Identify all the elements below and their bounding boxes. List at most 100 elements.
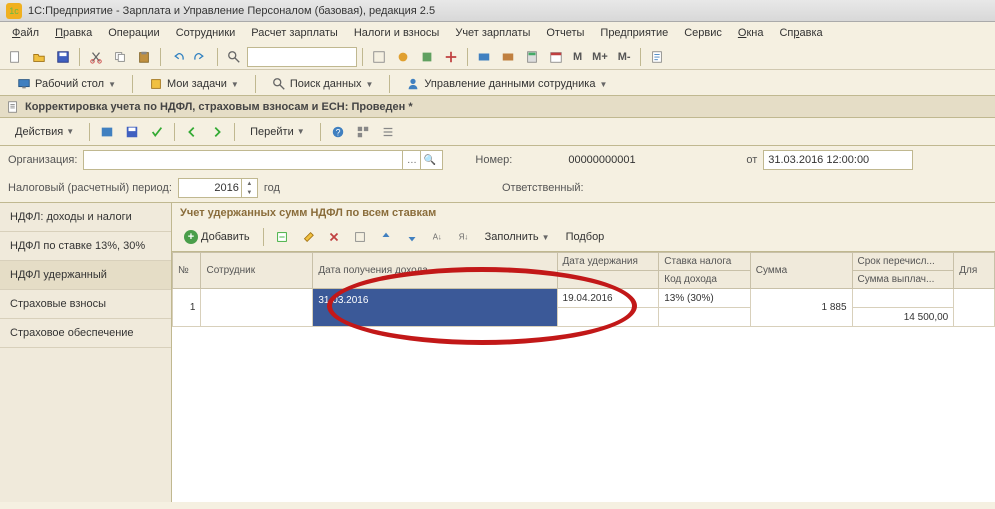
menu-service[interactable]: Сервис [678, 25, 728, 41]
main-panel: Учет удержанных сумм НДФЛ по всем ставка… [172, 203, 995, 502]
search-icon[interactable] [223, 46, 245, 68]
cell-for[interactable] [954, 289, 995, 327]
goto-button[interactable]: Перейти ▼ [241, 122, 314, 142]
calendar-icon[interactable] [545, 46, 567, 68]
col-transfer[interactable]: Срок перечисл... [852, 253, 954, 271]
col-employee[interactable]: Сотрудник [201, 253, 313, 289]
cut-icon[interactable] [85, 46, 107, 68]
cell-transfer[interactable] [852, 289, 954, 308]
cell-employee[interactable] [201, 289, 313, 327]
data-grid[interactable]: № Сотрудник Дата получения дохода Дата у… [172, 252, 995, 502]
date-input[interactable]: 31.03.2016 12:00:00 [763, 150, 913, 170]
tool-d-icon[interactable] [440, 46, 462, 68]
sidebar-item-insurance-coverage[interactable]: Страховое обеспечение [0, 319, 171, 348]
cell-sum[interactable]: 1 885 [750, 289, 852, 327]
move-up-icon[interactable] [375, 226, 397, 248]
fill-button[interactable]: Заполнить ▼ [479, 228, 556, 246]
edit-row-icon[interactable] [271, 226, 293, 248]
tool-c-icon[interactable] [416, 46, 438, 68]
redo-icon[interactable] [190, 46, 212, 68]
col-rate[interactable]: Ставка налога [659, 253, 751, 271]
ellipsis-icon[interactable]: … [402, 151, 420, 169]
tool-f-icon[interactable] [497, 46, 519, 68]
copy-icon[interactable] [109, 46, 131, 68]
sort-desc-icon[interactable]: Я↓ [453, 226, 475, 248]
col-income-code2[interactable]: Код дохода [659, 271, 751, 289]
menu-operations[interactable]: Операции [102, 25, 165, 41]
table-row[interactable]: 1 31.03.2016 19.04.2016 13% (30%) 1 885 [173, 289, 995, 308]
col-sum[interactable]: Сумма [750, 253, 852, 289]
ok-icon[interactable] [146, 121, 168, 143]
list-icon[interactable] [377, 121, 399, 143]
menu-windows[interactable]: Окна [732, 25, 770, 41]
copy-row-icon[interactable] [297, 226, 319, 248]
sort-asc-icon[interactable]: A↓ [427, 226, 449, 248]
save-icon[interactable] [121, 121, 143, 143]
cell-blank[interactable] [557, 308, 659, 327]
calc-icon[interactable] [521, 46, 543, 68]
tab-empdata[interactable]: Управление данными сотрудника ▼ [395, 73, 618, 94]
tab-search[interactable]: Поиск данных ▼ [261, 73, 385, 94]
chevron-down-icon: ▼ [66, 127, 74, 136]
cell-paid[interactable]: 14 500,00 [852, 308, 954, 327]
save-icon[interactable] [52, 46, 74, 68]
cell-income-code[interactable] [659, 308, 751, 327]
tab-desktop[interactable]: Рабочий стол ▼ [6, 73, 127, 94]
report-icon[interactable] [646, 46, 668, 68]
period-spinner[interactable]: 2016 ▲ ▼ [178, 178, 258, 198]
cell-withhold-date[interactable]: 19.04.2016 [557, 289, 659, 308]
col-for[interactable]: Для [954, 253, 995, 289]
menu-edit[interactable]: Правка [49, 25, 98, 41]
cell-num[interactable]: 1 [173, 289, 201, 327]
new-icon[interactable] [4, 46, 26, 68]
sidebar-item-ndfl-withheld[interactable]: НДФЛ удержанный [0, 261, 171, 290]
org-input[interactable]: … 🔍 [83, 150, 443, 170]
menu-accounting[interactable]: Учет зарплаты [449, 25, 536, 41]
col-income-date[interactable]: Дата получения дохода [313, 253, 557, 289]
nav-next-icon[interactable] [206, 121, 228, 143]
pick-button[interactable]: Подбор [560, 228, 611, 246]
sidebar-item-ndfl-rate[interactable]: НДФЛ по ставке 13%, 30% [0, 232, 171, 261]
cell-income-date[interactable]: 31.03.2016 [313, 289, 557, 327]
struct-icon[interactable] [352, 121, 374, 143]
actions-button[interactable]: Действия ▼ [6, 122, 83, 142]
sidebar-item-insurance-contrib[interactable]: Страховые взносы [0, 290, 171, 319]
delete-row-icon[interactable] [323, 226, 345, 248]
search-icon[interactable]: 🔍 [420, 151, 438, 169]
number-label: Номер: [475, 154, 512, 166]
menu-file[interactable]: Файл [6, 25, 45, 41]
props-icon[interactable] [349, 226, 371, 248]
goto-label: Перейти [250, 126, 294, 138]
number-value: 00000000001 [564, 150, 694, 170]
search-combo[interactable] [247, 47, 357, 67]
mem-mminus[interactable]: M- [614, 51, 635, 63]
menu-help[interactable]: Справка [773, 25, 828, 41]
mem-m[interactable]: M [569, 51, 586, 63]
tool-a-icon[interactable] [368, 46, 390, 68]
open-icon[interactable] [28, 46, 50, 68]
spinner-up-icon[interactable]: ▲ [242, 179, 257, 188]
undo-icon[interactable] [166, 46, 188, 68]
tab-tasks[interactable]: Мои задачи ▼ [138, 73, 250, 94]
cell-rate[interactable]: 13% (30%) [659, 289, 751, 308]
move-down-icon[interactable] [401, 226, 423, 248]
menu-reports[interactable]: Отчеты [540, 25, 590, 41]
mem-mplus[interactable]: M+ [588, 51, 612, 63]
tool-b-icon[interactable] [392, 46, 414, 68]
tool-e-icon[interactable] [473, 46, 495, 68]
paste-icon[interactable] [133, 46, 155, 68]
sidebar-item-ndfl-income[interactable]: НДФЛ: доходы и налоги [0, 203, 171, 232]
spinner-down-icon[interactable]: ▼ [242, 188, 257, 197]
menu-enterprise[interactable]: Предприятие [594, 25, 674, 41]
col-paid[interactable]: Сумма выплач... [852, 271, 954, 289]
menu-employees[interactable]: Сотрудники [170, 25, 242, 41]
menu-taxes[interactable]: Налоги и взносы [348, 25, 446, 41]
nav-prev-icon[interactable] [181, 121, 203, 143]
add-button[interactable]: + Добавить [178, 227, 256, 247]
col-num[interactable]: № [173, 253, 201, 289]
col-income-code[interactable] [557, 271, 659, 289]
col-withhold-date[interactable]: Дата удержания [557, 253, 659, 271]
post-icon[interactable] [96, 121, 118, 143]
menu-payroll[interactable]: Расчет зарплаты [245, 25, 344, 41]
help-icon[interactable]: ? [327, 121, 349, 143]
